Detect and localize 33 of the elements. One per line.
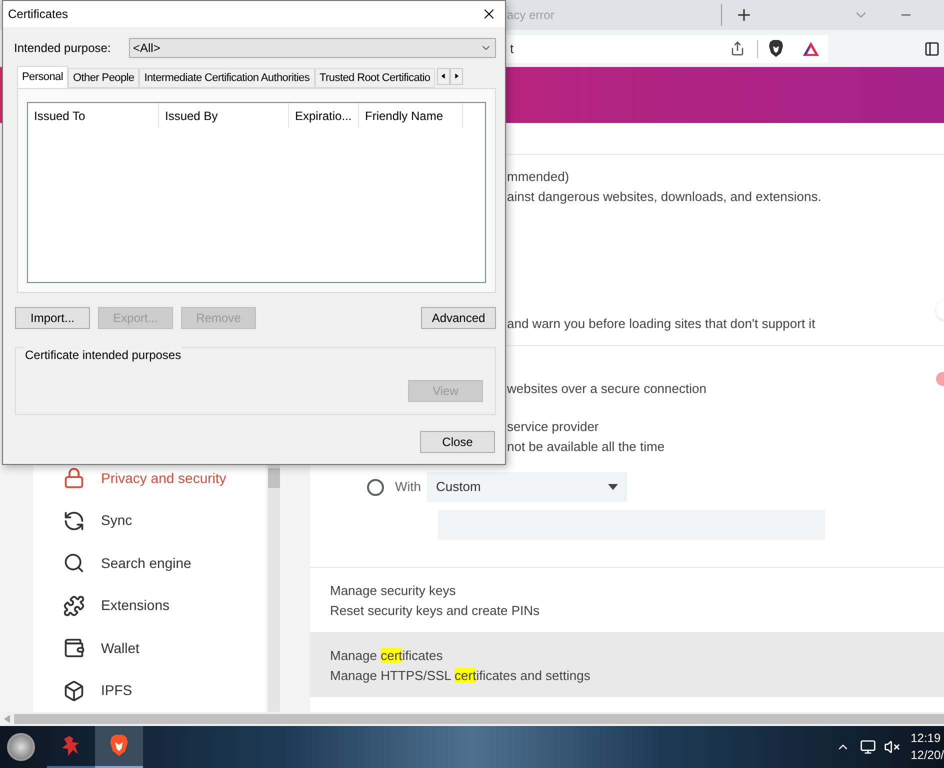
column-header[interactable]: Friendly Name [359, 103, 463, 128]
dialog-tab[interactable]: Personal [17, 66, 68, 88]
clock-time[interactable]: 12:19 [910, 730, 944, 747]
dialog-title: Certificates [8, 6, 68, 23]
sidebar-item[interactable]: Wallet [33, 627, 266, 670]
setting-title: mmended) [507, 168, 570, 186]
dialog-button[interactable]: Import... [15, 307, 90, 329]
dialog-tab[interactable]: Other People [68, 68, 140, 88]
clock-date[interactable]: 12/20/ [910, 747, 944, 764]
purpose-select[interactable]: <All> [129, 38, 496, 58]
column-header[interactable]: Expiratio... [289, 103, 359, 128]
option-title: service provider [507, 418, 600, 436]
dialog-button[interactable]: Close [420, 431, 495, 453]
setting-description: websites over a secure connection [507, 380, 708, 398]
dialog-tab[interactable]: Trusted Root Certificatio [314, 68, 436, 88]
column-header[interactable]: Issued To [28, 103, 159, 128]
option-description: not be available all the time [507, 438, 666, 456]
sidebar-item[interactable]: Sync [33, 500, 266, 542]
sidebar-item[interactable]: IPFS [33, 670, 266, 712]
provider-select[interactable]: Custom [427, 472, 627, 502]
sidebar-item[interactable]: Search engine [33, 542, 266, 584]
radio-label: With [395, 478, 421, 496]
dialog-button[interactable]: Advanced [421, 307, 496, 329]
setting-description: ainst dangerous websites, downloads, and extensions. [507, 188, 822, 206]
sidebar-item[interactable]: Privacy and security [33, 457, 266, 500]
row-title: Manage security keys [330, 582, 457, 600]
column-header[interactable]: Issued By [159, 103, 289, 128]
setting-description: and warn you before loading sites that don't support it [507, 315, 816, 333]
group-label: Certificate intended purposes [24, 346, 182, 364]
row-description: Reset security keys and create PINs [330, 602, 541, 620]
field-label: Intended purpose: [14, 40, 112, 57]
dialog-tab[interactable]: Intermediate Certification Authorities [139, 68, 315, 88]
sidebar-item[interactable]: Extensions [33, 584, 266, 627]
